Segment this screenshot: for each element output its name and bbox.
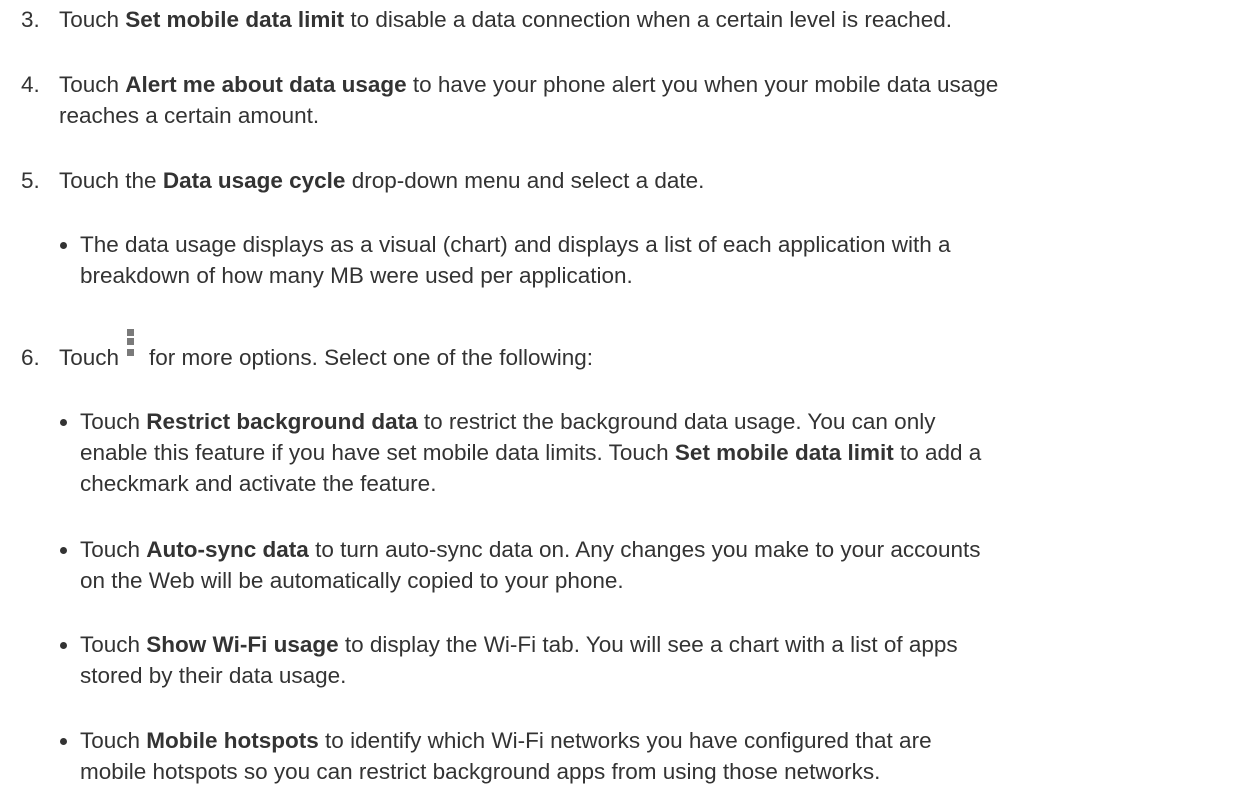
ui-term: Data usage cycle xyxy=(162,168,346,193)
step-3: 3. Touch Set mobile data limit to disabl… xyxy=(0,4,1250,35)
step-number: 3. xyxy=(21,7,40,32)
text-run: Touch the xyxy=(59,168,163,193)
ui-term: Mobile hotspots xyxy=(146,728,319,753)
bullet-text: Touch Restrict background data to restri… xyxy=(80,406,1250,499)
ui-term: Restrict background data xyxy=(146,409,418,434)
text-run: to have your phone alert you when your m… xyxy=(406,72,999,97)
step-6-bullet-autosync: Touch Auto-sync data to turn auto-sync d… xyxy=(0,534,1250,596)
text-run: stored by their data usage. xyxy=(80,663,347,688)
text-run: Touch xyxy=(59,345,120,370)
overflow-menu-icon xyxy=(127,329,135,359)
text-run: breakdown of how many MB were used per a… xyxy=(80,263,633,288)
bullet-dot xyxy=(60,547,67,554)
text-run: to restrict the background data usage. Y… xyxy=(417,409,936,434)
text-run: reaches a certain amount. xyxy=(59,103,320,128)
step-text: Touch Set mobile data limit to disable a… xyxy=(59,4,1250,35)
bullet-text: Touch Auto-sync data to turn auto-sync d… xyxy=(80,534,1250,596)
text-run: The data usage displays as a visual (cha… xyxy=(80,232,951,257)
bullet-dot xyxy=(60,419,67,426)
bullet-dot xyxy=(60,242,67,249)
text-run: Touch xyxy=(80,728,147,753)
step-number: 6. xyxy=(21,345,40,370)
text-run: Touch xyxy=(80,409,147,434)
step-number: 5. xyxy=(21,168,40,193)
ui-term: Set mobile data limit xyxy=(125,7,345,32)
document-page: 3. Touch Set mobile data limit to disabl… xyxy=(0,0,1253,797)
step-6-bullet-wifi: Touch Show Wi-Fi usage to display the Wi… xyxy=(0,629,1250,691)
bullet-dot xyxy=(60,642,67,649)
step-5-bullet: The data usage displays as a visual (cha… xyxy=(0,229,1250,291)
text-run: Touch xyxy=(59,72,126,97)
step-6: 6. Touch for more options. Select one of… xyxy=(0,329,1250,373)
text-run: mobile hotspots so you can restrict back… xyxy=(80,759,881,784)
ui-term: Auto-sync data xyxy=(146,537,309,562)
text-run: to add a xyxy=(893,440,982,465)
bullet-text: Touch Show Wi-Fi usage to display the Wi… xyxy=(80,629,1250,691)
step-text: Touch Alert me about data usage to have … xyxy=(59,69,1250,131)
step-4: 4. Touch Alert me about data usage to ha… xyxy=(0,69,1250,131)
bullet-text: Touch Mobile hotspots to identify which … xyxy=(80,725,1250,787)
text-run: enable this feature if you have set mobi… xyxy=(80,440,675,465)
text-run: Touch xyxy=(80,537,147,562)
step-text: Touch the Data usage cycle drop-down men… xyxy=(59,165,1250,196)
text-run: to disable a data connection when a cert… xyxy=(344,7,952,32)
text-run: drop-down menu and select a date. xyxy=(345,168,705,193)
bullet-text: The data usage displays as a visual (cha… xyxy=(80,229,1250,291)
text-run: Touch xyxy=(59,7,126,32)
text-run: on the Web will be automatically copied … xyxy=(80,568,624,593)
text-run: Touch xyxy=(80,632,147,657)
step-5: 5. Touch the Data usage cycle drop-down … xyxy=(0,165,1250,196)
text-run: to display the Wi-Fi tab. You will see a… xyxy=(338,632,958,657)
step-6-bullet-restrict: Touch Restrict background data to restri… xyxy=(0,406,1250,499)
step-6-bullet-hotspots: Touch Mobile hotspots to identify which … xyxy=(0,725,1250,787)
ui-term: Show Wi-Fi usage xyxy=(146,632,339,657)
step-number: 4. xyxy=(21,72,40,97)
ui-term: Set mobile data limit xyxy=(674,440,894,465)
text-run: to identify which Wi-Fi networks you hav… xyxy=(318,728,932,753)
text-run: checkmark and activate the feature. xyxy=(80,471,437,496)
text-run: to turn auto-sync data on. Any changes y… xyxy=(308,537,981,562)
bullet-dot xyxy=(60,738,67,745)
step-text: for more options. Select one of the foll… xyxy=(149,345,594,370)
ui-term: Alert me about data usage xyxy=(125,72,407,97)
